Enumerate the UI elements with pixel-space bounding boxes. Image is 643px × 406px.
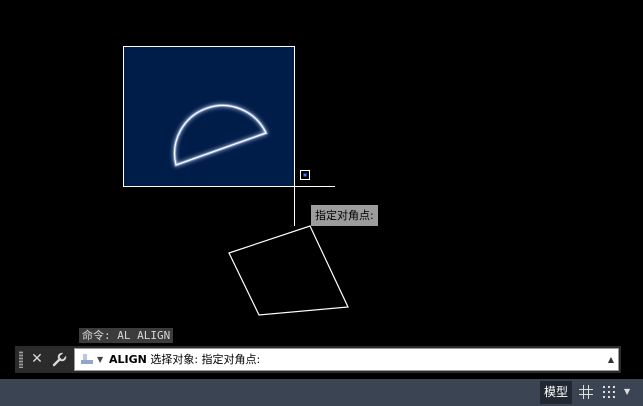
command-text: ALIGN 选择对象: 指定对角点:	[109, 349, 260, 370]
chevron-down-icon[interactable]: ▼	[624, 384, 630, 400]
chevron-down-icon[interactable]: ▼	[97, 350, 103, 370]
command-input[interactable]: ▼ ALIGN 选择对象: 指定对角点: ▲	[74, 348, 619, 371]
status-bar: 模型 ▼	[0, 379, 643, 406]
model-tab[interactable]: 模型	[540, 381, 572, 404]
drag-grip-handle[interactable]	[19, 351, 23, 368]
command-name: ALIGN	[109, 353, 147, 366]
command-prompt-icon[interactable]	[80, 352, 94, 366]
quadrilateral-shape[interactable]	[228, 225, 349, 316]
dynamic-input-tooltip: 指定对角点:	[311, 205, 378, 226]
wrench-icon[interactable]	[50, 350, 68, 369]
command-prompt: 选择对象: 指定对角点:	[150, 353, 261, 366]
selection-window	[123, 46, 295, 187]
close-icon[interactable]: ✕	[28, 350, 46, 369]
snap-dots-icon[interactable]	[601, 384, 617, 400]
command-line-bar: ✕ ▼ ALIGN 选择对象: 指定对角点: ▲	[15, 346, 621, 373]
command-history: 命令: AL ALIGN	[79, 328, 174, 343]
history-scroll-up-icon[interactable]: ▲	[608, 350, 614, 370]
grid-icon[interactable]	[578, 384, 594, 400]
